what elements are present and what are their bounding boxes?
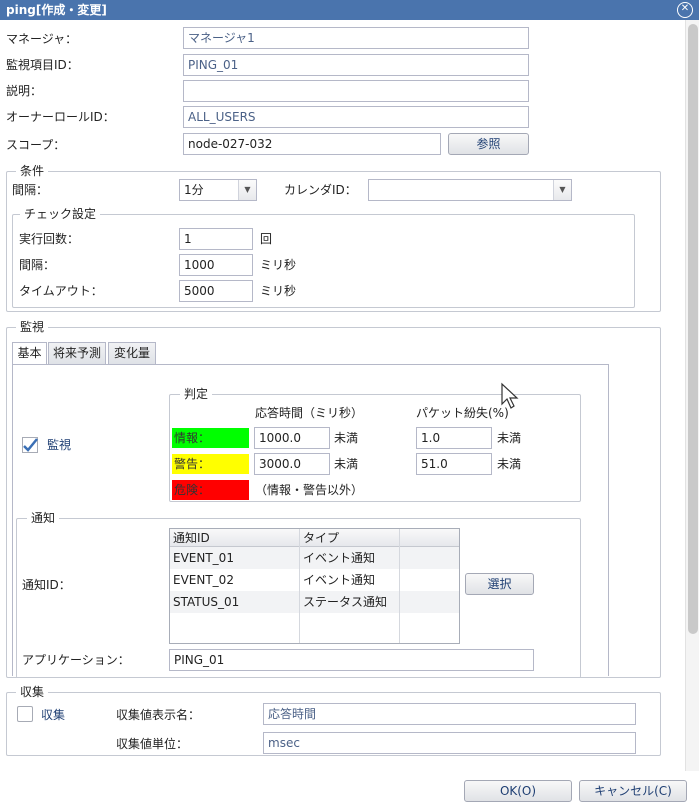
column-divider bbox=[399, 529, 400, 643]
column-divider bbox=[299, 529, 300, 643]
warning-response-less: 未満 bbox=[334, 457, 359, 471]
calendar-select[interactable]: ▼ bbox=[368, 179, 572, 201]
notify-row-id: EVENT_02 bbox=[173, 573, 234, 587]
notify-row-id: STATUS_01 bbox=[173, 595, 240, 609]
warning-response-field[interactable]: 3000.0 bbox=[254, 453, 330, 475]
monitor-checkbox-label: 監視 bbox=[47, 438, 72, 452]
collect-checkbox[interactable] bbox=[17, 706, 33, 722]
vertical-scrollbar[interactable] bbox=[685, 20, 699, 771]
mouse-cursor-icon bbox=[501, 382, 519, 409]
notify-row-type: ステータス通知 bbox=[303, 595, 388, 609]
collect-checkbox-label: 収集 bbox=[41, 708, 66, 722]
description-field[interactable] bbox=[183, 80, 529, 102]
timeout-field[interactable]: 5000 bbox=[179, 280, 253, 302]
monitor-id-field[interactable]: PING_01 bbox=[183, 54, 529, 76]
cancel-button[interactable]: キャンセル(C) bbox=[579, 780, 687, 802]
scrollbar-thumb[interactable] bbox=[688, 24, 698, 634]
warning-packet-less: 未満 bbox=[497, 457, 522, 471]
application-label: アプリケーション： bbox=[22, 653, 130, 667]
scope-field[interactable]: node-027-032 bbox=[183, 133, 441, 155]
notify-id-label: 通知ID： bbox=[22, 578, 71, 592]
critical-swatch: 危険： bbox=[172, 480, 249, 500]
table-row[interactable]: EVENT_02 イベント通知 bbox=[170, 569, 459, 591]
close-icon[interactable]: ✕ bbox=[677, 2, 693, 18]
manager-label: マネージャ： bbox=[6, 32, 78, 46]
owner-role-field[interactable]: ALL_USERS bbox=[183, 106, 529, 128]
application-field[interactable]: PING_01 bbox=[169, 649, 534, 671]
table-row[interactable]: EVENT_01 イベント通知 bbox=[170, 547, 459, 569]
runs-field[interactable]: 1 bbox=[179, 228, 253, 250]
interval-select[interactable]: 1分 ▼ bbox=[179, 179, 257, 201]
table-row[interactable]: STATUS_01 ステータス通知 bbox=[170, 591, 459, 613]
owner-role-label: オーナーロールID： bbox=[6, 110, 115, 124]
scope-label: スコープ： bbox=[6, 138, 66, 152]
notify-row-id: EVENT_01 bbox=[173, 551, 234, 565]
warning-packet-field[interactable]: 51.0 bbox=[416, 453, 492, 475]
info-packet-field[interactable]: 1.0 bbox=[416, 427, 492, 449]
interval-select-value: 1分 bbox=[184, 183, 204, 197]
runs-label: 実行回数： bbox=[19, 232, 80, 246]
monitor-legend: 監視 bbox=[16, 320, 49, 334]
critical-note: （情報・警告以外） bbox=[255, 483, 364, 497]
runs-unit: 回 bbox=[260, 232, 273, 246]
tab-change-amount[interactable]: 変化量 bbox=[108, 342, 156, 364]
collect-unit-label: 収集値単位： bbox=[116, 737, 189, 751]
monitor-checkbox[interactable] bbox=[22, 437, 38, 453]
check-interval-field[interactable]: 1000 bbox=[179, 254, 253, 276]
calendar-label: カレンダID： bbox=[284, 183, 357, 197]
notify-table: 通知ID タイプ EVENT_01 イベント通知 EVENT_02 イベント通知… bbox=[169, 528, 460, 644]
chevron-down-icon[interactable]: ▼ bbox=[553, 180, 571, 200]
checkmark-icon bbox=[22, 437, 38, 453]
notify-select-button[interactable]: 選択 bbox=[465, 573, 534, 595]
info-packet-less: 未満 bbox=[497, 431, 522, 445]
packet-loss-header: パケット紛失(%) bbox=[416, 406, 509, 420]
info-swatch: 情報： bbox=[172, 428, 249, 448]
timeout-unit: ミリ秒 bbox=[260, 284, 297, 298]
check-interval-unit: ミリ秒 bbox=[260, 258, 297, 272]
notify-col-id: 通知ID bbox=[173, 531, 210, 545]
check-settings-legend: チェック設定 bbox=[20, 207, 101, 221]
collect-legend: 収集 bbox=[16, 685, 49, 699]
collect-display-name-label: 収集値表示名： bbox=[116, 708, 201, 722]
info-response-field[interactable]: 1000.0 bbox=[254, 427, 330, 449]
tab-future-prediction[interactable]: 将来予測 bbox=[48, 342, 106, 364]
check-settings-fieldset bbox=[12, 214, 635, 308]
collect-display-name-field[interactable]: 応答時間 bbox=[263, 703, 636, 725]
monitor-id-label: 監視項目ID： bbox=[6, 58, 79, 72]
notify-legend: 通知 bbox=[27, 511, 60, 525]
scope-browse-button[interactable]: 参照 bbox=[448, 133, 529, 155]
notify-col-type: タイプ bbox=[303, 531, 340, 545]
check-interval-label: 間隔： bbox=[19, 258, 56, 272]
notify-row-type: イベント通知 bbox=[303, 551, 376, 565]
conditions-legend: 条件 bbox=[16, 164, 49, 178]
response-time-header: 応答時間（ミリ秒） bbox=[255, 406, 364, 420]
timeout-label: タイムアウト： bbox=[19, 284, 103, 298]
collect-unit-field[interactable]: msec bbox=[263, 732, 636, 754]
interval-label: 間隔： bbox=[12, 183, 49, 197]
ok-button[interactable]: OK(O) bbox=[464, 780, 572, 802]
window-title: ping[作成・変更] bbox=[0, 0, 699, 20]
judgement-legend: 判定 bbox=[180, 387, 213, 401]
manager-field[interactable]: マネージャ1 bbox=[183, 27, 529, 49]
info-response-less: 未満 bbox=[334, 431, 359, 445]
warning-swatch: 警告： bbox=[172, 454, 249, 474]
chevron-down-icon[interactable]: ▼ bbox=[238, 180, 256, 200]
notify-row-type: イベント通知 bbox=[303, 573, 376, 587]
description-label: 説明： bbox=[6, 84, 43, 98]
tab-basic[interactable]: 基本 bbox=[12, 342, 47, 365]
